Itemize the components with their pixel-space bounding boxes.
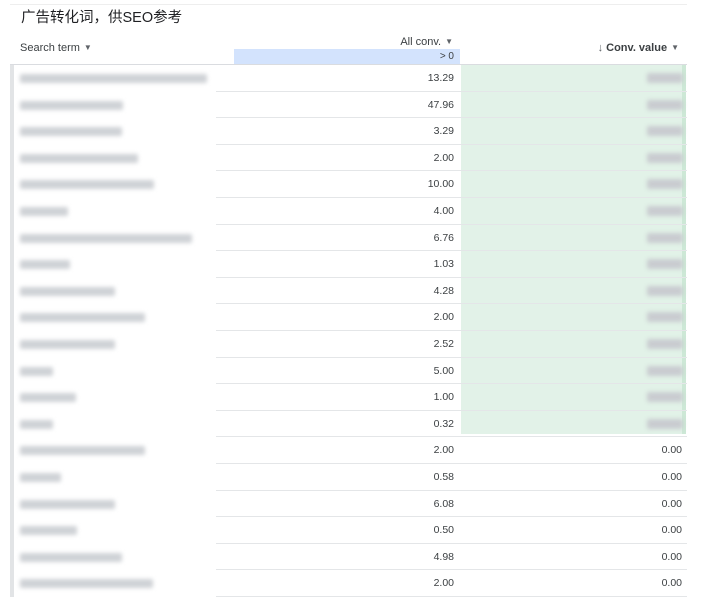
conv-value-redacted: [647, 205, 683, 216]
column-header-all-conv[interactable]: All conv. ▼: [400, 35, 453, 49]
table-row[interactable]: 2.00: [0, 304, 701, 331]
search-term-redacted[interactable]: [20, 180, 154, 190]
search-term-redacted[interactable]: [20, 153, 138, 163]
conv-value-redacted: [647, 312, 683, 323]
table-row[interactable]: 6.08 0.00: [0, 491, 701, 518]
search-term-redacted[interactable]: [20, 74, 207, 83]
table-row[interactable]: 10.00: [0, 171, 701, 198]
chevron-down-icon[interactable]: ▼: [84, 41, 92, 55]
conv-value-redacted: [647, 365, 683, 376]
all-conv-cell: 0.32: [433, 417, 454, 430]
search-term-redacted[interactable]: [20, 526, 77, 536]
search-term-redacted[interactable]: [20, 552, 122, 562]
all-conv-cell: 4.00: [433, 204, 454, 217]
all-conv-cell: 0.58: [433, 470, 454, 483]
search-term-redacted[interactable]: [20, 366, 53, 376]
search-term-redacted[interactable]: [20, 233, 192, 243]
conv-value-redacted: [647, 418, 683, 429]
all-conv-cell: 4.98: [433, 550, 454, 563]
search-term-redacted[interactable]: [20, 472, 61, 482]
all-conv-cell: 47.96: [427, 98, 454, 111]
results-table: 13.29 47.96 3.29 2.00 10.00 4.00 6.76 1.03 4.28 2…: [0, 65, 701, 597]
top-divider: [10, 4, 687, 5]
search-term-redacted[interactable]: [20, 579, 153, 589]
table-row[interactable]: 2.52: [0, 331, 701, 358]
all-conv-cell: 2.00: [433, 444, 454, 457]
column-header-search-term[interactable]: Search term ▼: [20, 41, 92, 55]
table-row[interactable]: 1.00: [0, 384, 701, 411]
search-term-redacted[interactable]: [20, 446, 145, 456]
all-conv-cell: 6.08: [433, 497, 454, 510]
all-conv-cell: 0.50: [433, 524, 454, 537]
table-row[interactable]: 1.03: [0, 251, 701, 278]
search-term-header-label: Search term: [20, 42, 80, 54]
conv-value-redacted: [647, 126, 683, 137]
all-conv-cell: 2.00: [433, 577, 454, 590]
all-conv-cell: 4.28: [433, 284, 454, 297]
all-conv-cell: 13.29: [427, 72, 454, 84]
all-conv-cell: 1.00: [433, 391, 454, 404]
table-row[interactable]: 4.28: [0, 278, 701, 305]
column-header-conv-value[interactable]: ↓ Conv. value ▼: [598, 41, 679, 55]
conv-value-redacted: [647, 99, 683, 110]
conv-value-redacted: [647, 392, 683, 403]
chevron-down-icon[interactable]: ▼: [445, 35, 453, 49]
page-title: 广告转化词，供SEO参考: [21, 10, 183, 26]
search-term-redacted[interactable]: [20, 419, 53, 429]
table-row[interactable]: 47.96: [0, 92, 701, 119]
all-conv-cell: 1.03: [433, 258, 454, 271]
all-conv-filter-chip[interactable]: > 0: [234, 49, 460, 65]
table-row[interactable]: 2.00 0.00: [0, 437, 701, 464]
search-term-redacted[interactable]: [20, 313, 145, 323]
conv-value-redacted: [647, 338, 683, 349]
conv-value-redacted: [647, 259, 683, 270]
all-conv-cell: 2.00: [433, 311, 454, 324]
table-row[interactable]: 5.00: [0, 358, 701, 385]
search-term-redacted[interactable]: [20, 499, 115, 509]
table-row[interactable]: 6.76: [0, 225, 701, 252]
all-conv-cell: 10.00: [427, 178, 454, 191]
table-row[interactable]: 2.00: [0, 145, 701, 172]
conv-value-cell: 0.00: [661, 444, 682, 457]
chevron-down-icon[interactable]: ▼: [671, 41, 679, 55]
search-term-redacted[interactable]: [20, 127, 122, 137]
all-conv-cell: 5.00: [433, 364, 454, 377]
search-term-redacted[interactable]: [20, 339, 115, 349]
table-row[interactable]: 0.58 0.00: [0, 464, 701, 491]
all-conv-cell: 2.00: [433, 151, 454, 164]
conv-value-cell: 0.00: [661, 524, 682, 537]
all-conv-cell: 3.29: [433, 125, 454, 138]
conv-value-cell: 0.00: [661, 497, 682, 510]
table-row[interactable]: 4.00: [0, 198, 701, 225]
search-term-redacted[interactable]: [20, 286, 115, 296]
conv-value-header-label: Conv. value: [606, 42, 668, 54]
all-conv-cell: 6.76: [433, 231, 454, 244]
conv-value-cell: 0.00: [661, 550, 682, 563]
table-row[interactable]: 3.29: [0, 118, 701, 145]
table-row[interactable]: 2.00 0.00: [0, 570, 701, 597]
conv-value-redacted: [647, 152, 683, 163]
search-term-redacted[interactable]: [20, 100, 123, 110]
conv-value-redacted: [647, 232, 683, 243]
conv-value-cell: 0.00: [661, 577, 682, 590]
table-row[interactable]: 0.50 0.00: [0, 517, 701, 544]
search-term-redacted[interactable]: [20, 206, 68, 216]
table-row[interactable]: 13.29: [0, 65, 701, 92]
table-row[interactable]: 4.98 0.00: [0, 544, 701, 571]
conv-value-cell: 0.00: [661, 470, 682, 483]
search-term-redacted[interactable]: [20, 260, 70, 270]
conv-value-redacted: [647, 179, 683, 190]
sort-descending-icon[interactable]: ↓: [598, 42, 604, 54]
search-term-redacted[interactable]: [20, 393, 76, 403]
conv-value-redacted: [647, 285, 683, 296]
all-conv-header-label: All conv.: [400, 36, 442, 48]
table-row[interactable]: 0.32: [0, 411, 701, 438]
all-conv-cell: 2.52: [433, 337, 454, 350]
conv-value-redacted: [647, 73, 683, 83]
